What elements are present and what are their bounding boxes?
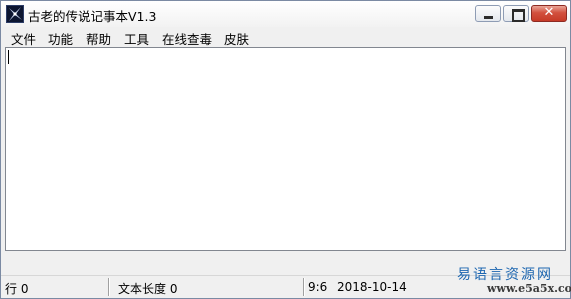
window-title: 古老的传说记事本V1.3 [28, 9, 157, 24]
minimize-button[interactable] [475, 5, 501, 22]
menu-tools[interactable]: 工具 [124, 29, 149, 48]
close-button[interactable]: ✕ [531, 5, 567, 22]
title-bar[interactable]: 古老的传说记事本V1.3 ✕ [1, 1, 570, 27]
status-time: 9:6 [308, 280, 328, 294]
app-icon[interactable] [6, 5, 24, 23]
status-line-count: 行 0 [5, 282, 29, 296]
maximize-button[interactable] [503, 5, 529, 22]
watermark-brand: 易语言资源网 [457, 267, 553, 283]
status-date: 2018-10-14 [337, 280, 407, 294]
status-divider [108, 278, 110, 296]
watermark-url: www.e5a5x.com [487, 282, 571, 295]
menu-skin[interactable]: 皮肤 [224, 29, 249, 48]
close-icon: ✕ [543, 5, 555, 20]
menu-help[interactable]: 帮助 [86, 29, 111, 48]
text-editor[interactable] [5, 47, 566, 251]
status-text-length: 文本长度 0 [118, 282, 178, 296]
menu-online-virus-scan[interactable]: 在线查毒 [162, 29, 212, 48]
menu-file[interactable]: 文件 [11, 29, 36, 48]
notepad-window: 古老的传说记事本V1.3 ✕ 文件 功能 帮助 工具 在线查毒 皮肤 行 0 文… [0, 0, 571, 299]
status-divider [303, 278, 305, 296]
menu-bar: 文件 功能 帮助 工具 在线查毒 皮肤 [1, 27, 570, 47]
menu-functions[interactable]: 功能 [48, 29, 73, 48]
watermark-logo: 易语言资源网 www.e5a5x.com [451, 264, 571, 298]
text-caret [8, 50, 9, 64]
